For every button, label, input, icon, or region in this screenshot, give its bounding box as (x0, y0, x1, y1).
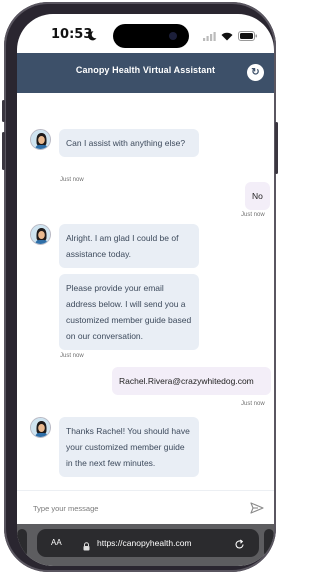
battery-icon (238, 28, 258, 46)
assistant-avatar (30, 417, 51, 438)
phone-frame: 10:53 Canopy Health Virtual Assistant ↻ … (2, 2, 278, 572)
reload-icon[interactable] (234, 537, 245, 555)
chat-header: Canopy Health Virtual Assistant ↻ (17, 53, 274, 93)
message-timestamp: Just now (60, 177, 84, 183)
refresh-button[interactable]: ↻ (247, 64, 264, 81)
user-message: No (245, 182, 270, 210)
send-icon[interactable] (250, 501, 264, 519)
next-tab[interactable] (264, 529, 274, 557)
message-timestamp: Just now (241, 401, 265, 407)
url-text[interactable]: https://canopyhealth.com (97, 538, 192, 548)
message-timestamp: Just now (241, 212, 265, 218)
screen: 10:53 Canopy Health Virtual Assistant ↻ … (17, 14, 274, 566)
lock-icon (83, 538, 90, 556)
address-bar[interactable]: AA https://canopyhealth.com (37, 529, 259, 557)
header-title: Canopy Health Virtual Assistant (75, 65, 216, 75)
assistant-message: Can I assist with anything else? (59, 129, 199, 157)
assistant-message: Thanks Rachel! You should have your cust… (59, 417, 199, 477)
volume-button (2, 132, 5, 170)
user-message: Rachel.Rivera@crazywhitedog.com (112, 367, 271, 395)
dynamic-island (113, 24, 189, 48)
volume-button (2, 100, 5, 122)
assistant-avatar (30, 129, 51, 150)
signal-icon (203, 28, 216, 46)
wifi-icon (221, 28, 233, 46)
status-bar: 10:53 (17, 14, 274, 54)
moon-icon (87, 28, 97, 46)
assistant-message: Alright. I am glad I could be of assista… (59, 224, 199, 268)
assistant-avatar (30, 224, 51, 245)
camera-dot (169, 32, 177, 40)
browser-toolbar: AA https://canopyhealth.com (17, 524, 274, 566)
message-timestamp: Just now (60, 353, 84, 359)
refresh-icon: ↻ (251, 67, 260, 78)
power-button (275, 122, 278, 174)
status-icons (203, 28, 258, 46)
assistant-message: Please provide your email address below.… (59, 274, 199, 350)
chat-thread: Can I assist with anything else? Just no… (17, 93, 274, 490)
previous-tab[interactable] (17, 529, 27, 557)
reader-settings-button[interactable]: AA (51, 538, 62, 547)
message-input[interactable]: Type your message (33, 504, 98, 513)
message-composer: Type your message (17, 490, 274, 524)
